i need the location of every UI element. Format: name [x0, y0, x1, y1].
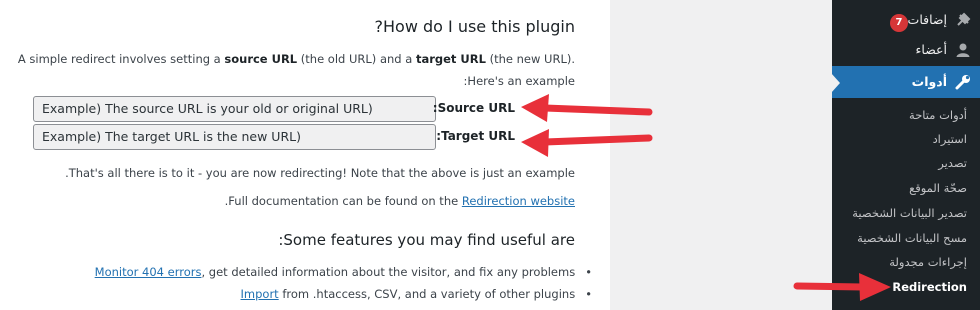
feature-item: • Import from .htaccess, CSV, and a varie… [241, 287, 592, 301]
redirection-annotation-arrow [793, 273, 891, 301]
wrench-icon [955, 74, 971, 90]
submenu-label: صحّة الموقع [909, 181, 967, 195]
source-url-input[interactable]: Example) The source URL is your old or o… [33, 96, 436, 122]
target-url-input[interactable]: Example) The target URL is the new URL) [33, 124, 436, 150]
source-annotation-arrow [521, 94, 653, 122]
menu-plugins-label: إضافات [907, 12, 947, 27]
submenu-label: أدوات متاحة [909, 108, 967, 122]
import-link[interactable]: Import [241, 287, 279, 301]
current-menu-pointer [831, 73, 840, 93]
submenu-label: مسح البيانات الشخصية [857, 231, 967, 245]
source-url-label: Source URL: [432, 101, 515, 115]
submenu-label: إجراءات مجدولة [889, 255, 967, 269]
bullet-icon: • [585, 287, 592, 301]
plugin-icon [955, 12, 971, 28]
user-icon [955, 42, 971, 58]
menu-tools[interactable]: أدوات [832, 66, 980, 98]
redirection-website-link[interactable]: Redirection website [462, 194, 575, 208]
target-annotation-arrow [521, 129, 653, 157]
menu-users[interactable]: أعضاء [832, 35, 980, 65]
submenu-label: استيراد [932, 132, 967, 146]
submenu-label: تصدير [938, 156, 967, 170]
example-note: That's all there is to it - you are now … [65, 166, 575, 180]
intro-source-url: source URL [224, 52, 298, 66]
feature-text: , get detailed information about the vis… [201, 265, 576, 279]
intro-part-2: (the old URL) and a [297, 52, 416, 66]
target-url-label: Target URL: [436, 129, 515, 143]
monitor-404-link[interactable]: Monitor 404 errors [95, 265, 202, 279]
help-title: How do I use this plugin? [374, 17, 576, 36]
menu-users-label: أعضاء [915, 42, 947, 57]
docs-prefix: Full documentation can be found on the [228, 194, 462, 208]
submenu-label: Redirection [892, 280, 967, 294]
docs-line: Full documentation can be found on the R… [225, 194, 575, 208]
intro-part-1: A simple redirect involves setting a [17, 52, 225, 66]
feature-item: • Monitor 404 errors, get detailed inform… [95, 265, 592, 279]
intro-text: A simple redirect involves setting a sou… [15, 48, 575, 92]
intro-target-url: target URL [415, 52, 486, 66]
menu-tools-label: أدوات [911, 74, 947, 89]
admin-sidebar-menu: إضافات 7 أعضاء أدوات أدوات متاحة استيراد… [831, 0, 980, 310]
menu-plugins[interactable]: إضافات 7 [832, 5, 980, 35]
submenu-label: تصدير البيانات الشخصية [852, 206, 967, 220]
feature-text: from .htaccess, CSV, and a variety of ot… [278, 287, 576, 301]
features-title: Some features you may find useful are: [278, 231, 575, 249]
bullet-icon: • [585, 265, 592, 279]
plugins-update-badge: 7 [890, 14, 908, 32]
